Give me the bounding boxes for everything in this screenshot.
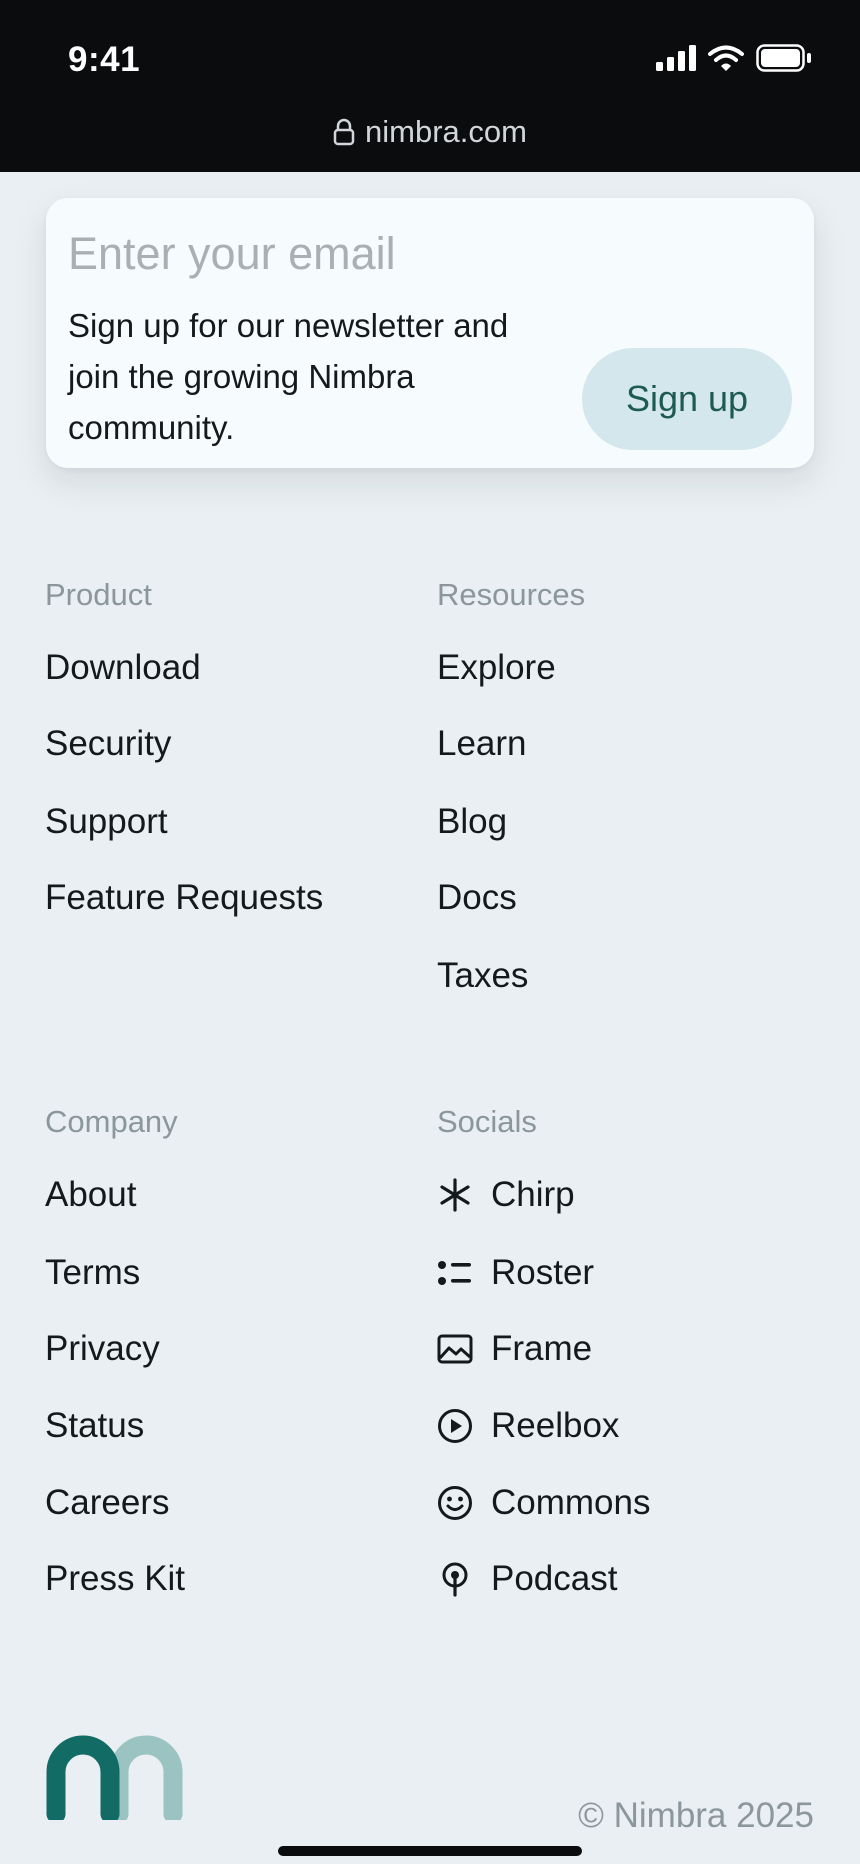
system-icons <box>656 44 812 72</box>
list-icon <box>437 1255 473 1291</box>
footer-link-blog[interactable]: Blog <box>437 802 507 842</box>
footer-link-privacy[interactable]: Privacy <box>45 1329 160 1369</box>
smiley-icon <box>437 1485 473 1521</box>
social-link-podcast[interactable]: Podcast <box>437 1559 617 1599</box>
social-link-commons[interactable]: Commons <box>437 1483 650 1523</box>
footer-link-status[interactable]: Status <box>45 1406 144 1446</box>
asterisk-icon <box>437 1177 473 1213</box>
wifi-icon <box>708 45 744 71</box>
social-link-frame[interactable]: Frame <box>437 1329 592 1369</box>
footer-link-press-kit[interactable]: Press Kit <box>45 1559 185 1599</box>
home-indicator[interactable] <box>278 1846 582 1856</box>
footer-link-feature-requests[interactable]: Feature Requests <box>45 878 323 918</box>
footer-link-learn[interactable]: Learn <box>437 724 527 764</box>
column-title-company: Company <box>45 1104 178 1139</box>
newsletter-card: Sign up for our newsletter and join the … <box>46 198 814 468</box>
column-title-product: Product <box>45 577 152 612</box>
footer-link-support[interactable]: Support <box>45 802 168 842</box>
footer-link-taxes[interactable]: Taxes <box>437 956 528 996</box>
footer-link-docs[interactable]: Docs <box>437 878 517 918</box>
social-label: Chirp <box>491 1175 575 1214</box>
status-bar: 9:41 nimbra.com <box>0 0 860 172</box>
social-label: Commons <box>491 1483 651 1522</box>
footer-link-explore[interactable]: Explore <box>437 648 556 688</box>
social-label: Reelbox <box>491 1406 620 1445</box>
social-link-roster[interactable]: Roster <box>437 1253 594 1293</box>
footer-link-download[interactable]: Download <box>45 648 201 688</box>
social-label: Podcast <box>491 1559 618 1598</box>
podcast-icon <box>437 1561 473 1597</box>
email-input[interactable] <box>68 226 588 282</box>
lock-icon <box>333 118 355 154</box>
footer-link-about[interactable]: About <box>45 1175 136 1215</box>
image-icon <box>437 1331 473 1367</box>
status-time: 9:41 <box>68 40 141 79</box>
social-label: Roster <box>491 1253 595 1292</box>
newsletter-description: Sign up for our newsletter and join the … <box>68 307 509 446</box>
sign-up-button[interactable]: Sign up <box>582 348 792 450</box>
column-title-socials: Socials <box>437 1104 537 1139</box>
social-label: Frame <box>491 1329 593 1368</box>
footer-link-careers[interactable]: Careers <box>45 1483 169 1523</box>
play-circle-icon <box>437 1408 473 1444</box>
cellular-signal-icon <box>656 45 696 71</box>
copyright-text: © Nimbra 2025 <box>578 1796 814 1835</box>
social-link-chirp[interactable]: Chirp <box>437 1175 575 1215</box>
battery-icon <box>756 44 811 72</box>
social-link-reelbox[interactable]: Reelbox <box>437 1406 619 1446</box>
nimbra-logo <box>46 1732 186 1825</box>
url-text: nimbra.com <box>365 114 527 149</box>
address-bar[interactable]: nimbra.com <box>0 114 860 154</box>
footer-link-terms[interactable]: Terms <box>45 1253 140 1293</box>
column-title-resources: Resources <box>437 577 586 612</box>
footer-link-security[interactable]: Security <box>45 724 171 764</box>
